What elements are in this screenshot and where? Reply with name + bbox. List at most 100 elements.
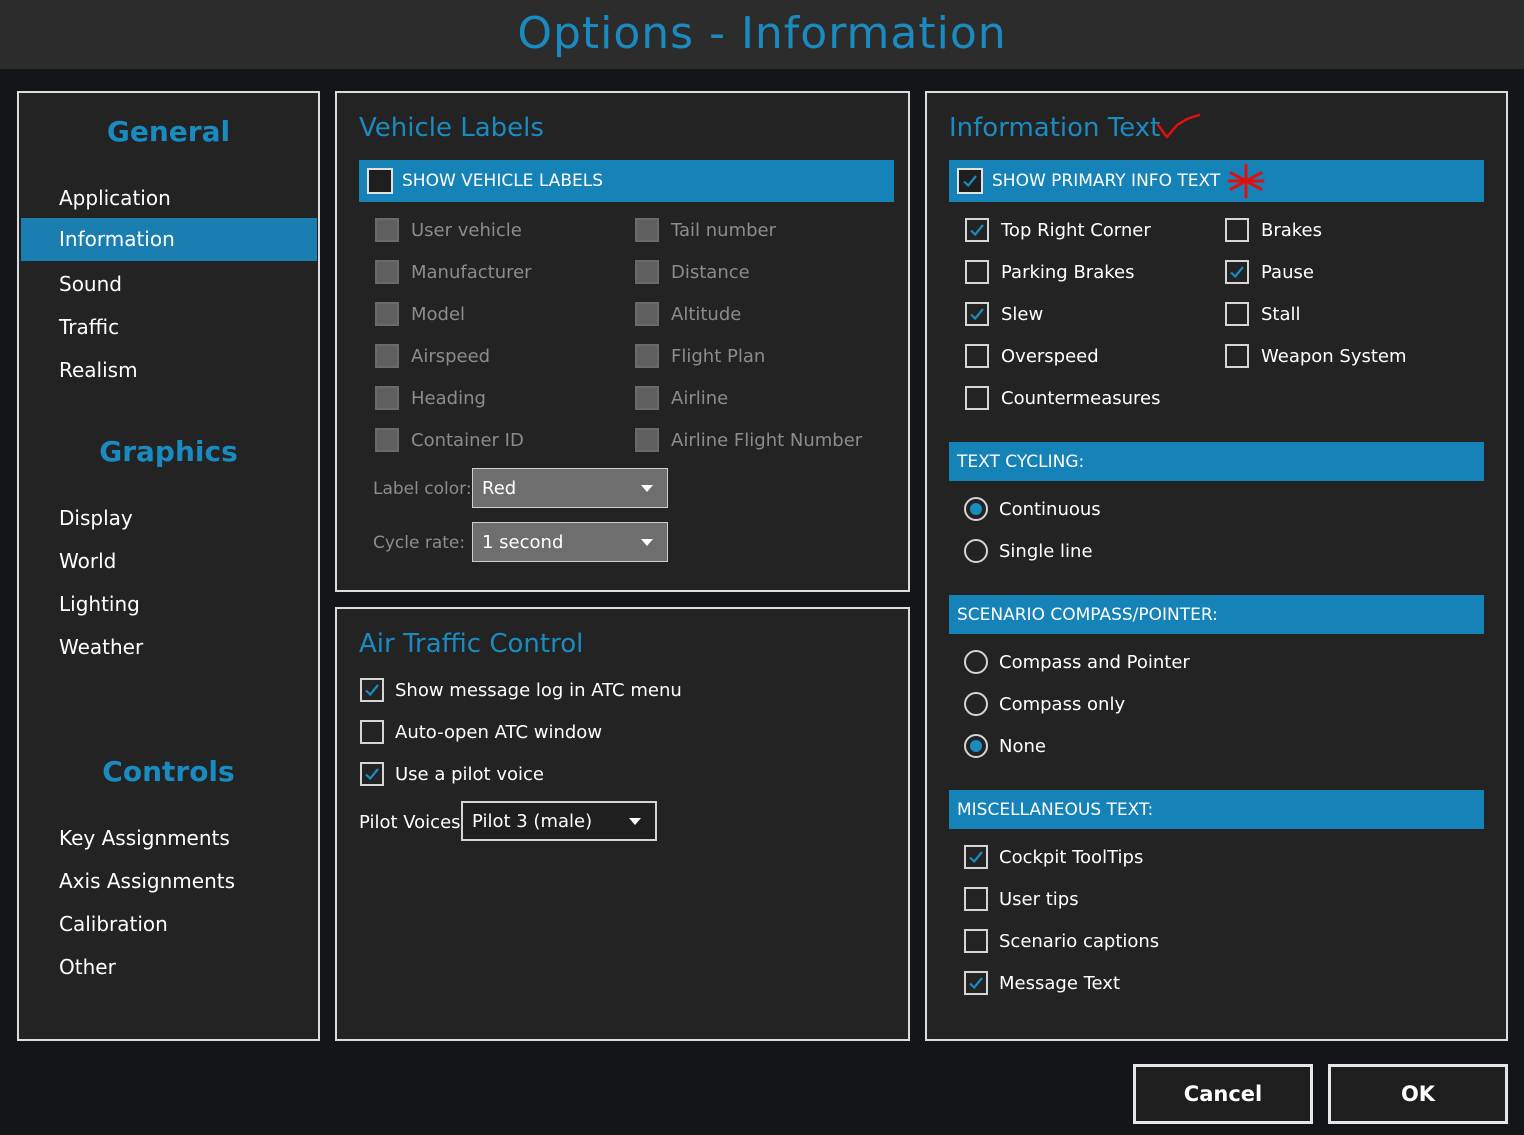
chevron-down-icon [641,485,653,492]
nav-item-realism[interactable]: Realism [21,349,317,392]
brakes-checkbox[interactable] [1225,218,1249,242]
slew-checkbox[interactable] [965,302,989,326]
misc-header: MISCELLANEOUS TEXT: [949,790,1484,829]
atc-title: Air Traffic Control [359,629,584,659]
countermeasures-checkbox[interactable] [965,386,989,410]
label-color-select[interactable]: Red [472,468,668,508]
pilot-voices-select[interactable]: Pilot 3 (male) [461,801,657,841]
cycle-rate-select[interactable]: 1 second [472,522,668,562]
checkmark-icon [970,308,984,321]
show-vehicle-labels-bar[interactable]: SHOW VEHICLE LABELS [359,160,894,202]
parking-brakes-checkbox[interactable] [965,260,989,284]
brakes-label: Brakes [1261,220,1323,241]
manufacturer-label: Manufacturer [411,262,532,283]
single-line-radio[interactable] [964,539,988,563]
top-right-corner-checkbox[interactable] [965,218,989,242]
message-text-checkbox[interactable] [964,971,988,995]
airline-checkbox[interactable] [635,386,659,410]
nav-item-axis-assignments[interactable]: Axis Assignments [21,860,317,903]
show-message-log-label: Show message log in ATC menu [395,680,682,701]
show-message-log-checkbox[interactable] [360,678,384,702]
user-vehicle-label: User vehicle [411,220,522,241]
show-primary-info-label: SHOW PRIMARY INFO TEXT [992,171,1221,191]
radio-dot [970,740,982,752]
airspeed-checkbox[interactable] [375,344,399,368]
container-id-checkbox[interactable] [375,428,399,452]
nav-item-weather[interactable]: Weather [21,626,317,669]
atc-panel: Air Traffic Control Show message log in … [335,607,910,1041]
airline-flight-number-checkbox[interactable] [635,428,659,452]
cycle-rate-label: Cycle rate: [373,533,466,553]
show-vehicle-labels-label: SHOW VEHICLE LABELS [402,171,603,191]
none-label: None [999,736,1046,757]
cockpit-tooltips-checkbox[interactable] [964,845,988,869]
nav-item-key-assignments[interactable]: Key Assignments [21,817,317,860]
pilot-voices-value: Pilot 3 (male) [472,810,593,832]
nav-item-world[interactable]: World [21,540,317,583]
window-title: Options - Information [517,8,1007,59]
show-primary-info-bar[interactable]: SHOW PRIMARY INFO TEXT [949,160,1484,202]
pilot-voice-checkbox[interactable] [360,762,384,786]
pause-checkbox[interactable] [1225,260,1249,284]
nav-item-calibration[interactable]: Calibration [21,903,317,946]
none-radio[interactable] [964,734,988,758]
show-vehicle-labels-checkbox[interactable] [367,168,393,194]
compass-and-pointer-radio[interactable] [964,650,988,674]
user-vehicle-checkbox[interactable] [375,218,399,242]
checkmark-icon [963,175,977,188]
continuous-radio[interactable] [964,497,988,521]
parking-brakes-label: Parking Brakes [1001,262,1135,283]
misc-title: MISCELLANEOUS TEXT: [957,799,1154,820]
nav-item-traffic[interactable]: Traffic [21,306,317,349]
top-right-corner-label: Top Right Corner [1001,220,1151,241]
nav-item-lighting[interactable]: Lighting [21,583,317,626]
auto-open-atc-checkbox[interactable] [360,720,384,744]
distance-checkbox[interactable] [635,260,659,284]
nav-item-display[interactable]: Display [21,497,317,540]
text-cycling-title: TEXT CYCLING: [957,451,1085,472]
nav-item-other[interactable]: Other [21,946,317,989]
show-primary-info-checkbox[interactable] [957,168,983,194]
checkmark-icon [1230,266,1244,279]
ok-button[interactable]: OK [1328,1064,1508,1124]
overspeed-checkbox[interactable] [965,344,989,368]
message-text-label: Message Text [999,973,1121,994]
cockpit-tooltips-label: Cockpit ToolTips [999,847,1144,868]
airline-flight-number-label: Airline Flight Number [671,430,863,451]
radio-dot [970,503,982,515]
nav-item-sound[interactable]: Sound [21,263,317,306]
model-checkbox[interactable] [375,302,399,326]
flight-plan-label: Flight Plan [671,346,766,367]
single-line-label: Single line [999,541,1093,562]
information-text-title: Information Text [949,113,1161,143]
weapon-system-checkbox[interactable] [1225,344,1249,368]
nav-section-general: General [106,115,231,148]
continuous-label: Continuous [999,499,1101,520]
chevron-down-icon [629,818,641,825]
stall-checkbox[interactable] [1225,302,1249,326]
pause-label: Pause [1261,262,1314,283]
altitude-checkbox[interactable] [635,302,659,326]
heading-checkbox[interactable] [375,386,399,410]
label-color-value: Red [482,477,517,499]
nav-panel: General Application Information Sound Tr… [17,91,320,1041]
nav-item-information[interactable]: Information [21,218,317,261]
weapon-system-label: Weapon System [1261,346,1407,367]
stall-label: Stall [1261,304,1301,325]
checkmark-icon [969,977,983,990]
cancel-button[interactable]: Cancel [1133,1064,1313,1124]
vehicle-labels-title: Vehicle Labels [359,113,544,143]
red-checkmark-annotation [1156,113,1201,139]
user-tips-checkbox[interactable] [964,887,988,911]
nav-item-application[interactable]: Application [21,177,317,220]
scenario-captions-checkbox[interactable] [964,929,988,953]
manufacturer-checkbox[interactable] [375,260,399,284]
compass-only-radio[interactable] [964,692,988,716]
distance-label: Distance [671,262,750,283]
flight-plan-checkbox[interactable] [635,344,659,368]
text-cycling-header: TEXT CYCLING: [949,442,1484,481]
compass-title: SCENARIO COMPASS/POINTER: [957,604,1218,625]
slew-label: Slew [1001,304,1044,325]
nav-section-graphics: Graphics [99,435,238,468]
tail-number-checkbox[interactable] [635,218,659,242]
